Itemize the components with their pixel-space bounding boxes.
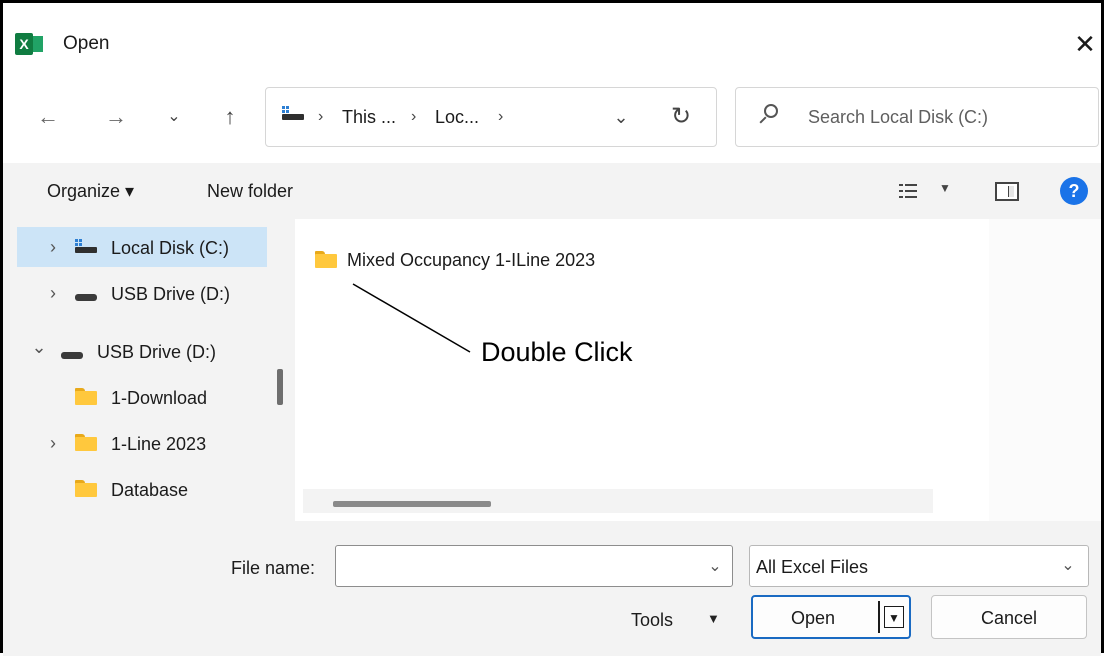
navigation-pane-scrollbar[interactable]	[277, 369, 283, 405]
sidebar-item-label: USB Drive (D:)	[111, 284, 231, 304]
breadcrumb-separator: ›	[411, 108, 417, 125]
usb-drive-icon	[61, 345, 83, 359]
breadcrumb-this-pc[interactable]: This ...	[342, 106, 396, 128]
expand-chevron-icon[interactable]: ›	[43, 237, 63, 257]
split-divider	[878, 601, 880, 633]
refresh-button[interactable]: ↻	[664, 100, 698, 134]
tools-caret-icon[interactable]: ▼	[707, 611, 720, 626]
file-name-label: File name:	[231, 558, 316, 578]
sidebar-item-1-download[interactable]: 1-Download	[17, 377, 267, 417]
folder-icon	[75, 434, 97, 451]
address-bar[interactable]: › This ... › Loc... › ⌄ ↻	[265, 87, 717, 147]
search-box[interactable]: Search Local Disk (C:)	[735, 87, 1099, 147]
back-button[interactable]: ←	[31, 95, 65, 139]
file-type-value: All Excel Files	[756, 557, 869, 577]
file-type-select[interactable]: All Excel Files ⌄	[749, 545, 1089, 587]
title-bar: X Open ✕	[3, 3, 1101, 63]
sidebar-item-usb-drive-d-expanded[interactable]: ⌄ USB Drive (D:)	[17, 331, 267, 371]
expand-chevron-icon[interactable]: ›	[43, 283, 63, 303]
cancel-button[interactable]: Cancel	[931, 595, 1087, 639]
new-folder-button[interactable]: New folder	[207, 179, 293, 203]
sidebar-item-usb-drive-d[interactable]: › USB Drive (D:)	[17, 273, 267, 313]
folder-icon	[75, 388, 97, 405]
forward-button[interactable]: →	[99, 95, 133, 139]
breadcrumb-separator: ›	[318, 108, 324, 125]
file-list: Mixed Occupancy 1-ILine 2023	[303, 219, 1101, 521]
bottom-panel: File name: ⌄ All Excel Files ⌄ Tools ▼ O…	[3, 521, 1101, 656]
chevron-down-icon[interactable]: ⌄	[1054, 548, 1082, 584]
search-icon	[758, 104, 780, 126]
address-dropdown-button[interactable]: ⌄	[606, 102, 636, 132]
sidebar-item-label: Database	[111, 480, 189, 500]
horizontal-scrollbar[interactable]	[303, 489, 933, 513]
sidebar-item-label: USB Drive (D:)	[97, 342, 217, 362]
tools-button[interactable]: Tools	[631, 609, 673, 631]
cancel-button-label: Cancel	[980, 608, 1038, 628]
view-caret-icon[interactable]: ▼	[939, 181, 951, 195]
dialog-title: Open	[63, 33, 110, 54]
annotation-text: Double Click	[481, 337, 633, 367]
expand-chevron-icon[interactable]: ›	[43, 433, 63, 453]
up-button[interactable]: ↑	[213, 95, 247, 139]
open-dialog: X Open ✕ ← → ⌄ ↑ › This ... › Loc... › ⌄…	[0, 0, 1104, 656]
breadcrumb-local-disk[interactable]: Loc...	[435, 106, 479, 128]
file-list-side-strip	[989, 219, 1101, 521]
preview-pane-icon[interactable]	[995, 182, 1019, 201]
sidebar-item-1-line-2023[interactable]: › 1-Line 2023	[17, 423, 267, 463]
file-item-label: Mixed Occupancy 1-ILine 2023	[347, 250, 596, 270]
open-button[interactable]: Open ▼	[751, 595, 911, 639]
toolbar: Organize ▾ New folder ▼ ?	[3, 163, 1101, 219]
horizontal-scrollbar-thumb[interactable]	[333, 501, 491, 507]
list-item[interactable]: Mixed Occupancy 1-ILine 2023	[313, 247, 643, 275]
close-button[interactable]: ✕	[1067, 27, 1103, 61]
file-name-dropdown-button[interactable]: ⌄	[701, 549, 729, 585]
sidebar-item-label: 1-Download	[111, 388, 208, 408]
navigation-pane: › Local Disk (C:) › USB Drive (D:) ⌄ USB…	[3, 219, 295, 521]
breadcrumb-separator: ›	[498, 108, 504, 125]
sidebar-item-label: Local Disk (C:)	[111, 238, 230, 258]
sidebar-item-label: 1-Line 2023	[111, 434, 207, 454]
open-options-caret-icon[interactable]: ▼	[884, 606, 904, 628]
local-disk-icon	[282, 106, 304, 120]
sidebar-item-database[interactable]: Database	[17, 469, 267, 509]
view-options-icon[interactable]	[899, 183, 917, 199]
folder-icon	[75, 480, 97, 497]
organize-button[interactable]: Organize ▾	[47, 179, 134, 203]
sidebar-item-local-disk-c[interactable]: › Local Disk (C:)	[17, 227, 267, 267]
open-button-label: Open	[791, 608, 836, 628]
help-icon[interactable]: ?	[1060, 177, 1088, 205]
search-input[interactable]: Search Local Disk (C:)	[808, 106, 988, 128]
collapse-chevron-icon[interactable]: ⌄	[29, 337, 49, 357]
file-name-input[interactable]	[335, 545, 733, 587]
local-disk-icon	[75, 239, 97, 253]
excel-icon: X	[15, 33, 45, 55]
recent-locations-button[interactable]: ⌄	[157, 95, 191, 139]
folder-icon	[315, 251, 337, 268]
usb-drive-icon	[75, 287, 97, 301]
